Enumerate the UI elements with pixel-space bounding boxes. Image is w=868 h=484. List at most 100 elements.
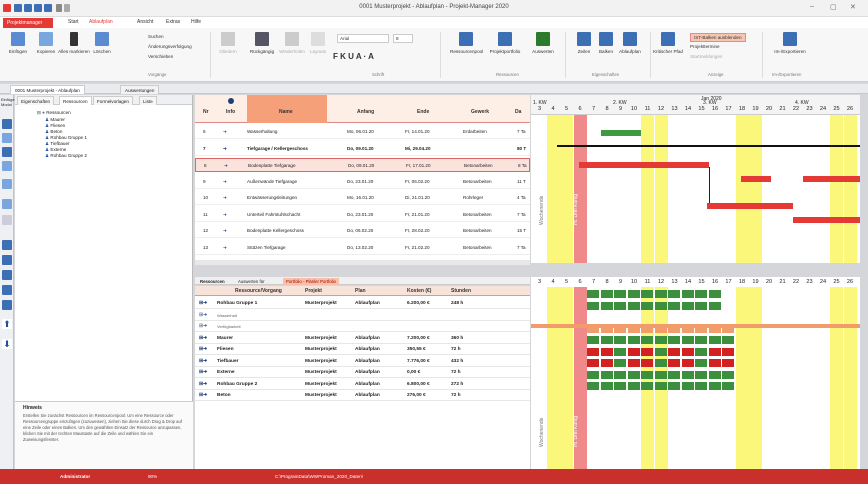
table-row[interactable]: ➜ 10 Entwässerungsleitungen Mo, 16.01.20 Di,…: [195, 191, 530, 205]
gantt-bar[interactable]: [707, 203, 793, 209]
tab-projektmanager[interactable]: Projektmanager: [3, 18, 53, 28]
tab-start[interactable]: Start: [68, 19, 79, 25]
expand-icon[interactable]: ⊞➜: [199, 324, 207, 329]
tool-a-icon[interactable]: [2, 147, 12, 157]
tab-eigenschaften[interactable]: Eigenschaften: [17, 96, 55, 105]
tab-ressourcen[interactable]: Ressourcen: [59, 96, 92, 105]
table-row[interactable]: ➜ 8 Bodenplatte Tiefgarage Do, 09.01.20 Fr, …: [195, 158, 530, 172]
gliedern-button[interactable]: Gliedern: [212, 32, 244, 54]
col-da[interactable]: Da: [515, 109, 521, 115]
col-name[interactable]: Name: [279, 109, 293, 115]
tool-rows5-icon[interactable]: [2, 300, 12, 310]
maximize-icon[interactable]: ▢: [830, 3, 837, 11]
tool-rows4-icon[interactable]: [2, 285, 12, 295]
tab-ressourcen-lower[interactable]: Ressourcen: [197, 278, 228, 285]
arrow-down-icon[interactable]: ⬇: [2, 339, 12, 349]
verschieben-button[interactable]: Verschieben: [148, 54, 173, 59]
expand-icon[interactable]: ⊞➜: [199, 347, 207, 352]
col-gewerk[interactable]: Gewerk: [471, 109, 489, 115]
tree-item[interactable]: ♟ Rohbau Gruppe 2: [45, 153, 87, 159]
font-select[interactable]: Arial: [337, 34, 389, 43]
format-buttons[interactable]: F K U A · A: [333, 52, 374, 61]
resource-row[interactable]: ⊞➜ Beton Musterprojekt Ablaufplan 276,00 € 72…: [195, 390, 530, 401]
task-ende: Mi, 29.04.20: [405, 145, 431, 151]
tool-b-icon[interactable]: [2, 161, 12, 171]
fontsize-select[interactable]: 8: [393, 34, 413, 43]
close-icon[interactable]: ✕: [850, 3, 856, 11]
col-anfang[interactable]: Anfang: [357, 109, 374, 115]
auswerten-button[interactable]: Auswerten: [527, 32, 559, 54]
projektportfolio-button[interactable]: Projektportfolio: [489, 32, 521, 54]
expand-icon[interactable]: ⊞➜: [199, 382, 207, 387]
tool-rows3-icon[interactable]: [2, 270, 12, 280]
arrow-up-icon[interactable]: ⬆: [2, 319, 12, 329]
col-projekt[interactable]: Projekt: [305, 288, 322, 294]
tab-hilfe[interactable]: Hilfe: [191, 19, 201, 25]
expand-icon[interactable]: ⊞➜: [199, 359, 207, 364]
tool-c-icon[interactable]: [2, 215, 12, 225]
resource-row[interactable]: ⊞➜ Fliesen Musterprojekt Ablaufplan 350,55 €…: [195, 344, 530, 355]
col-nr[interactable]: Nr: [203, 109, 209, 115]
gantt-bar[interactable]: [601, 130, 641, 136]
table-row[interactable]: ➜ 11 Unterteil Fahrstuhlschacht Do, 23.01.2…: [195, 208, 530, 222]
tab-extras[interactable]: Extras: [166, 19, 180, 25]
table-row[interactable]: ➜ 6 Wasserhaltung Mo, 06.01.20 Fr, 14.01.20 E…: [195, 125, 530, 139]
tab-ansicht[interactable]: Ansicht: [137, 19, 153, 25]
resource-row[interactable]: ⊞➜ Wasserhalt: [195, 310, 530, 321]
gantt-summary-bar[interactable]: [557, 145, 860, 147]
table-row[interactable]: ➜ 7 Tiefgarage / Kellergeschoss Do, 09.01.2…: [195, 142, 530, 156]
col-plan[interactable]: Plan: [355, 288, 366, 294]
gantt-bar[interactable]: [741, 176, 771, 182]
tab-ablaufplan-doc[interactable]: 0001 Musterprojekt - Ablaufplan: [10, 85, 85, 94]
tab-ablaufplan[interactable]: Ablaufplan: [89, 19, 113, 25]
expand-icon[interactable]: ⊞➜: [199, 336, 207, 341]
tool-rows2-icon[interactable]: [2, 255, 12, 265]
startmeldungen-button[interactable]: Startmeldungen: [690, 54, 722, 59]
ressourcenpool-button[interactable]: Ressourcenpool: [450, 32, 483, 54]
layouts-button[interactable]: Layouts: [302, 32, 334, 54]
col-ressource[interactable]: Ressource/Vorgang: [235, 288, 282, 294]
expand-icon[interactable]: ⊞➜: [199, 301, 207, 306]
tool-rows1-icon[interactable]: [2, 240, 12, 250]
table-row[interactable]: ➜ 9 Außenwände Tiefgarage Do, 23.01.20 Fr, 0…: [195, 175, 530, 189]
gantt-bar[interactable]: [579, 162, 709, 168]
tool-ist-icon[interactable]: [2, 133, 12, 143]
projekttermine-button[interactable]: Projekttermine: [690, 44, 720, 49]
im-export-button[interactable]: Im-/Exportieren: [770, 32, 810, 54]
table-row[interactable]: ➜ 12 Bodenplatte Kellergeschoss Do, 06.02.2…: [195, 224, 530, 238]
tree-root[interactable]: ⊟ ● Ressourcen: [37, 110, 71, 116]
table-row[interactable]: ➜ 13 Stützen Tiefgarage Do, 13.02.20 Fr, 21.…: [195, 241, 530, 255]
gantt-bar[interactable]: [793, 217, 860, 223]
resource-row[interactable]: ⊞➜ Maurer Musterprojekt Ablaufplan 7.200,00 …: [195, 333, 530, 344]
resource-row[interactable]: ⊞➜ Tiefbauer Musterprojekt Ablaufplan 7.776,…: [195, 356, 530, 367]
tool-diamond-icon[interactable]: [2, 179, 12, 189]
tool-image-icon[interactable]: [2, 199, 12, 209]
resource-row[interactable]: ⊞➜ Externe Musterprojekt Ablaufplan 0,00 € 72…: [195, 367, 530, 378]
tool-soll-icon[interactable]: [2, 119, 12, 129]
col-ende[interactable]: Ende: [417, 109, 429, 115]
resource-row[interactable]: ⊞➜ Rohbau Gruppe 2 Musterprojekt Ablaufplan…: [195, 379, 530, 390]
expand-icon[interactable]: ⊞➜: [199, 313, 207, 318]
gantt-bar[interactable]: [803, 176, 860, 182]
table-hscrollbar[interactable]: [195, 260, 530, 265]
delete-icon: [95, 32, 109, 46]
loeschen-button[interactable]: Löschen: [86, 32, 118, 54]
col-kosten[interactable]: Kosten (€): [407, 288, 431, 294]
expand-icon[interactable]: ⊞➜: [199, 370, 207, 375]
suchen-button[interactable]: Suchen: [148, 34, 164, 39]
tab-liste[interactable]: Liste: [139, 96, 157, 105]
col-info[interactable]: Info: [226, 109, 235, 115]
minimize-icon[interactable]: –: [810, 3, 814, 10]
ablaufplan-button[interactable]: Ablaufplan: [614, 32, 646, 54]
tab-auswertungen[interactable]: Auswertungen: [120, 85, 160, 94]
tab-formelvorlagen[interactable]: Formelvorlagen: [93, 96, 133, 105]
col-stunden[interactable]: Stunden: [451, 288, 471, 294]
portfolio-select[interactable]: Portfolio - Planler Portfolio: [283, 278, 339, 285]
kritischer-pfad-button[interactable]: Kritischer Pfad: [652, 32, 684, 54]
resource-row[interactable]: ⊞➜ Verfügbarkeit: [195, 321, 530, 332]
rueckgaengig-button[interactable]: Rückgängig: [246, 32, 278, 54]
ist-balken-button[interactable]: IST-Balken ausblenden: [690, 33, 746, 42]
resource-row[interactable]: ⊞➜ Rohbau Gruppe 1 Musterprojekt Ablaufplan…: [195, 298, 530, 309]
aenderung-button[interactable]: Änderungsverfolgung: [148, 44, 192, 49]
expand-icon[interactable]: ⊞➜: [199, 393, 207, 398]
